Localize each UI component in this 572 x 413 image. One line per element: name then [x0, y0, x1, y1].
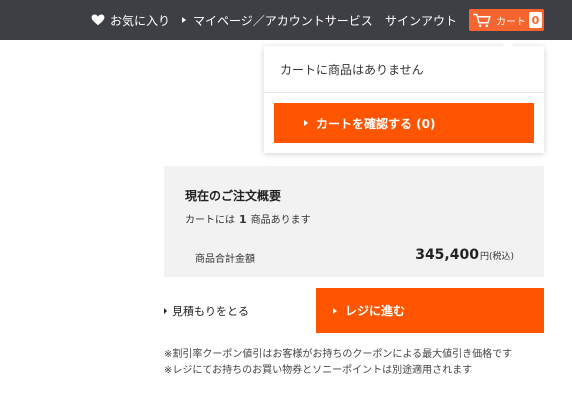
- total-unit: 円(税込): [479, 252, 514, 262]
- triangle-right-icon: [333, 307, 337, 314]
- triangle-right-icon: [182, 17, 186, 23]
- cart-count-badge: 0: [529, 12, 542, 28]
- coupon-note: ※割引率クーポン値引はお客様がお持ちのクーポンによる最大値引き価格です: [164, 349, 513, 360]
- signout-link[interactable]: サインアウト: [385, 0, 457, 40]
- view-cart-button[interactable]: カートを確認する (0): [274, 103, 534, 143]
- checkout-label: レジに進む: [345, 304, 406, 318]
- points-note: ※レジにてお持ちのお買い物券とソニーポイントは別途適用されます: [164, 365, 473, 376]
- item-count: 1: [239, 213, 247, 226]
- estimate-label: 見積もりをとる: [172, 305, 249, 318]
- mypage-link[interactable]: マイページ／アカウントサービス: [182, 0, 373, 40]
- order-summary-panel: 現在のご注文概要 カートには 1 商品あります 商品合計金額 345,400 円(税…: [164, 166, 544, 277]
- get-estimate-link[interactable]: 見積もりをとる: [164, 303, 249, 319]
- order-summary-title: 現在のご注文概要: [185, 189, 282, 203]
- dropdown-divider: [264, 92, 544, 93]
- mypage-label: マイページ／アカウントサービス: [193, 13, 373, 28]
- total-price: 345,400 円(税込): [415, 247, 514, 263]
- total-amount: 345,400: [415, 247, 479, 263]
- total-label: 商品合計金額: [195, 254, 255, 265]
- triangle-right-icon: [164, 308, 167, 314]
- cart-empty-message: カートに商品はありません: [280, 63, 424, 77]
- view-cart-label: カートを確認する (0): [316, 116, 436, 131]
- cart-label: カート: [496, 16, 526, 28]
- signout-label: サインアウト: [385, 13, 458, 28]
- count-prefix: カートには: [185, 215, 235, 226]
- count-suffix: 商品あります: [250, 215, 311, 226]
- triangle-right-icon: [304, 120, 308, 126]
- top-navigation-bar: お気に入り マイページ／アカウントサービス サインアウト カート 0: [0, 0, 572, 40]
- heart-icon: [91, 14, 105, 26]
- cart-item-count-text: カートには 1 商品あります: [185, 211, 311, 226]
- cart-button[interactable]: カート 0: [469, 9, 544, 31]
- favorites-label: お気に入り: [110, 13, 171, 28]
- cart-dropdown: カートに商品はありません カートを確認する (0): [264, 40, 544, 153]
- favorites-link[interactable]: お気に入り: [91, 0, 170, 40]
- checkout-button[interactable]: レジに進む: [316, 288, 544, 333]
- shopping-cart-icon: [473, 13, 491, 27]
